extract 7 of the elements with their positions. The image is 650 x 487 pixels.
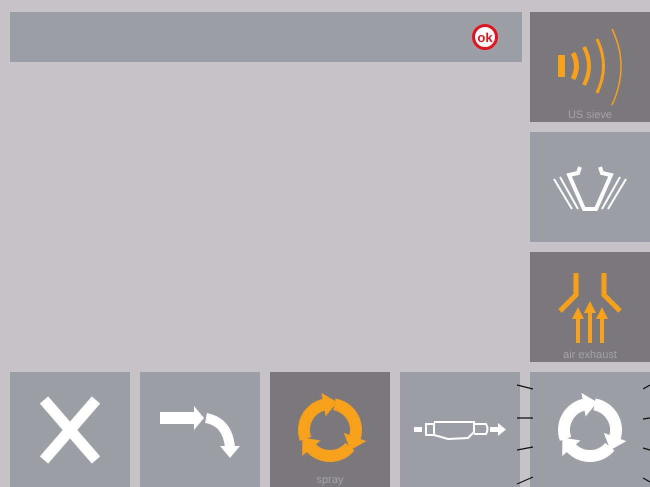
close-button[interactable]: [10, 372, 130, 487]
turn-button[interactable]: [140, 372, 260, 487]
cone-button[interactable]: [530, 132, 650, 242]
nozzle-icon: [413, 420, 507, 440]
ok-button[interactable]: ok: [472, 24, 498, 50]
nozzle-button[interactable]: [400, 372, 520, 487]
cycle-button[interactable]: [530, 372, 650, 487]
